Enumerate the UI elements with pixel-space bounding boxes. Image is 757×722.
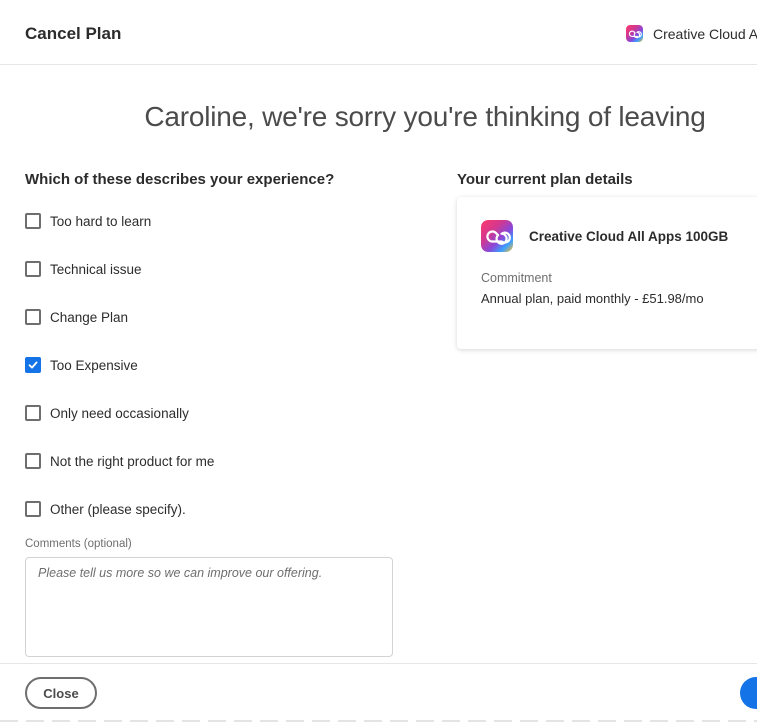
checkbox[interactable]	[25, 405, 41, 421]
page-title: Caroline, we're sorry you're thinking of…	[144, 101, 706, 132]
survey-option-label: Change Plan	[50, 309, 129, 325]
checkbox[interactable]	[25, 309, 41, 325]
comments-label: Comments (optional)	[25, 538, 132, 550]
dialog-footer: Close	[0, 663, 757, 722]
commitment-label: Commitment	[481, 271, 552, 285]
comments-input[interactable]	[25, 557, 393, 657]
plan-details-heading: Your current plan details	[457, 171, 633, 188]
creative-cloud-icon	[626, 25, 643, 42]
survey-option[interactable]: Other (please specify).	[25, 501, 186, 517]
checkbox[interactable]	[25, 213, 41, 229]
survey-option[interactable]: Too hard to learn	[25, 213, 151, 229]
survey-option[interactable]: Too Expensive	[25, 357, 138, 373]
plan-card: Creative Cloud All Apps 100GB Commitment…	[457, 197, 757, 349]
checkbox[interactable]	[25, 261, 41, 277]
close-button[interactable]: Close	[25, 677, 97, 709]
survey-option-label: Only need occasionally	[50, 405, 189, 421]
survey-option-label: Technical issue	[50, 261, 142, 277]
header-product-label: Creative Cloud All	[653, 25, 757, 42]
survey-option[interactable]: Not the right product for me	[25, 453, 214, 469]
checkbox[interactable]	[25, 501, 41, 517]
survey-option[interactable]: Change Plan	[25, 309, 128, 325]
survey-option[interactable]: Technical issue	[25, 261, 142, 277]
header-product: Creative Cloud All	[626, 25, 757, 42]
survey-option-label: Too Expensive	[50, 357, 138, 373]
checkbox[interactable]	[25, 453, 41, 469]
dialog-title: Cancel Plan	[25, 24, 122, 43]
plan-name: Creative Cloud All Apps 100GB	[529, 229, 729, 244]
checkmark-icon	[28, 361, 38, 369]
survey-option-label: Not the right product for me	[50, 453, 215, 469]
dialog-header: Cancel Plan Creative Cloud All	[0, 0, 757, 65]
commitment-value: Annual plan, paid monthly - £51.98/mo	[481, 291, 704, 306]
cancel-plan-dialog: Cancel Plan Creative Cloud All Caroline,	[0, 0, 757, 722]
survey-option-label: Too hard to learn	[50, 213, 152, 229]
survey-question: Which of these describes your experience…	[25, 171, 335, 188]
creative-cloud-icon	[481, 220, 513, 252]
survey-option[interactable]: Only need occasionally	[25, 405, 189, 421]
continue-button[interactable]	[740, 677, 757, 709]
survey-option-label: Other (please specify).	[50, 501, 186, 517]
checkbox[interactable]	[25, 357, 41, 373]
